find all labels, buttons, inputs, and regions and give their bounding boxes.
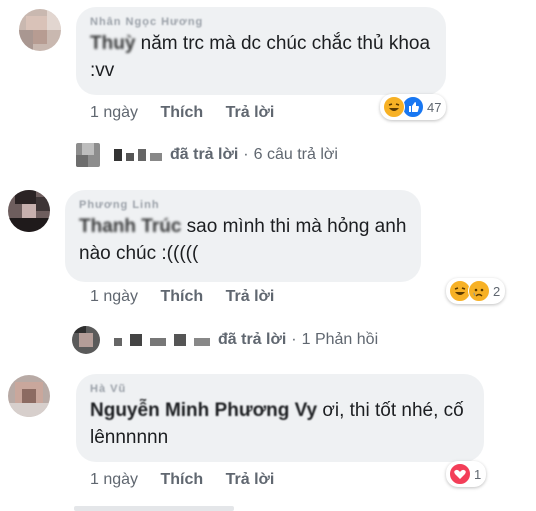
pixelated-name-icon xyxy=(114,334,210,346)
sad-icon xyxy=(468,280,490,302)
comment-author[interactable]: Hà Vũ xyxy=(90,383,470,397)
reply-action: đã trả lời xyxy=(218,331,287,348)
avatar[interactable] xyxy=(19,9,61,51)
like-icon xyxy=(402,96,424,118)
avatar[interactable] xyxy=(8,190,50,232)
mention-tag[interactable]: Thanh Trúc xyxy=(79,216,181,237)
like-link[interactable]: Thích xyxy=(161,288,204,306)
reply-link[interactable]: Trả lời xyxy=(226,288,275,306)
comment-time[interactable]: 1 ngày xyxy=(90,288,138,306)
comment-text: Thanh Trúc sao mình thi mà hỏng anh nào … xyxy=(79,216,407,264)
reaction-count: 47 xyxy=(427,99,442,115)
mention-tag[interactable]: Thuỳ xyxy=(90,33,135,54)
reply-link[interactable]: Trả lời xyxy=(226,471,275,489)
comment-actions: 1 ngày Thích Trả lời xyxy=(90,104,292,122)
like-link[interactable]: Thích xyxy=(161,104,204,122)
haha-icon xyxy=(383,96,405,118)
comment-bubble: Phương Linh Thanh Trúc sao mình thi mà h… xyxy=(65,190,421,282)
reaction-summary[interactable]: 1 xyxy=(446,461,487,487)
comment-author[interactable]: Phương Linh xyxy=(79,199,407,213)
reaction-summary[interactable]: 2 xyxy=(446,278,506,304)
comment-actions: 1 ngày Thích Trả lời xyxy=(90,288,292,306)
pixelated-avatar-icon xyxy=(8,375,50,417)
reply-action: đã trả lời xyxy=(170,146,239,163)
comment-text: Nguyễn Minh Phương Vy ơi, thi tốt nhé, c… xyxy=(90,400,464,448)
reaction-count: 2 xyxy=(493,283,501,299)
love-icon xyxy=(449,463,471,485)
comment-bubble: Nhân Ngọc Hương Thuỳ năm trc mà dc chúc … xyxy=(76,7,446,95)
reaction-summary[interactable]: 47 xyxy=(380,94,447,120)
next-reply-stub xyxy=(74,506,234,511)
reply-summary[interactable]: đã trả lời · 1 Phản hồi xyxy=(72,326,378,354)
reply-summary[interactable]: đã trả lời · 6 câu trả lời xyxy=(76,143,338,167)
reply-count: 6 câu trả lời xyxy=(253,146,338,163)
pixelated-avatar-icon xyxy=(19,9,61,51)
reply-link[interactable]: Trả lời xyxy=(226,104,275,122)
avatar[interactable] xyxy=(8,375,50,417)
comment-time[interactable]: 1 ngày xyxy=(90,471,138,489)
pixelated-avatar-icon xyxy=(8,190,50,232)
comment-actions: 1 ngày Thích Trả lời xyxy=(90,471,292,489)
reaction-count: 1 xyxy=(474,466,482,482)
comment-text: Thuỳ năm trc mà dc chúc chắc thủ khoa :v… xyxy=(90,33,431,81)
comment-time[interactable]: 1 ngày xyxy=(90,104,138,122)
like-link[interactable]: Thích xyxy=(161,471,204,489)
comment-bubble: Hà Vũ Nguyễn Minh Phương Vy ơi, thi tốt … xyxy=(76,374,484,462)
comment-author[interactable]: Nhân Ngọc Hương xyxy=(90,16,432,30)
pixelated-avatar-icon xyxy=(76,143,100,167)
pixelated-name-icon xyxy=(114,149,162,161)
pixelated-avatar-icon xyxy=(72,326,100,354)
reply-count: 1 Phản hồi xyxy=(301,331,379,348)
mention-tag[interactable]: Nguyễn Minh Phương Vy xyxy=(90,400,317,421)
